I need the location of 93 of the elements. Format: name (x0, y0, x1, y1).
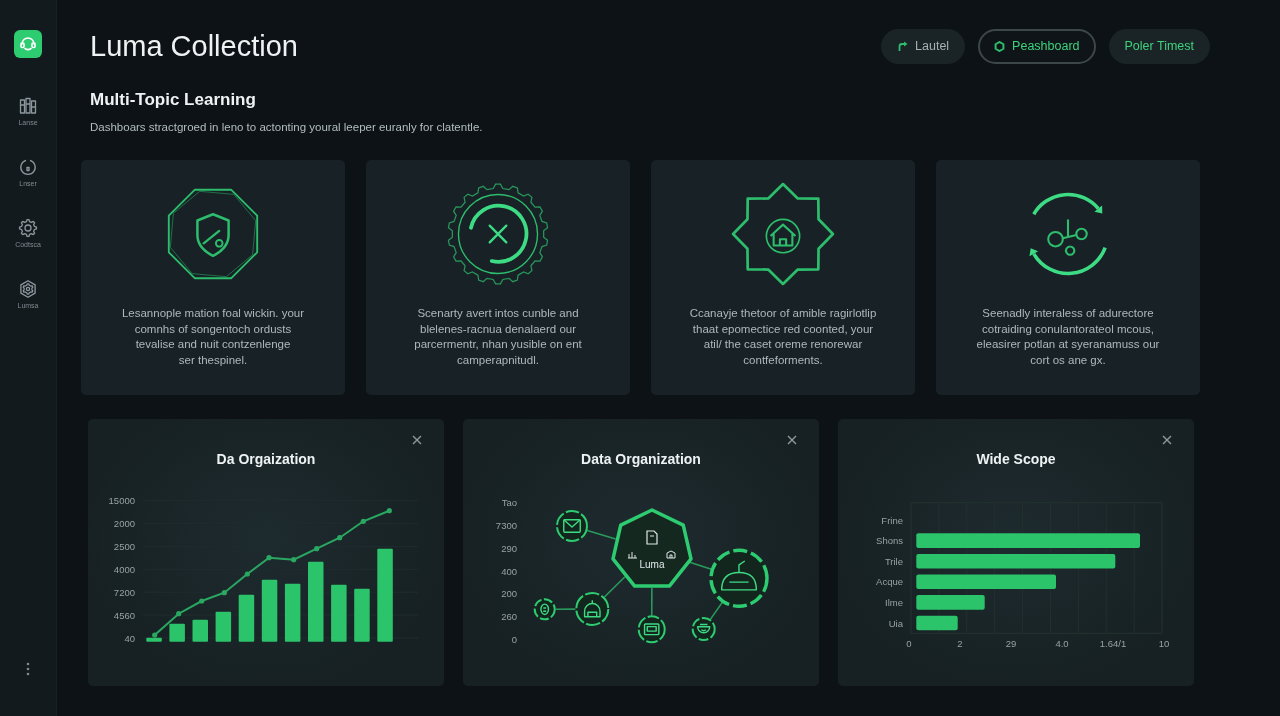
category-label: Uia (888, 617, 903, 629)
bar (354, 588, 370, 642)
bar (916, 615, 958, 631)
bowl-icon (696, 623, 711, 634)
axis-label: 4560 (113, 609, 135, 621)
axis-label: 2500 (113, 540, 135, 552)
connector-line (687, 560, 713, 571)
bar (261, 579, 278, 642)
data-point (386, 508, 392, 514)
logo-icon[interactable] (14, 30, 42, 58)
tick-label: 10 (1158, 638, 1170, 649)
close-icon (412, 435, 422, 445)
hexagon-gear-icon (18, 279, 38, 299)
card-description: Ccanayje thetoor of amible ragirlotlip thaat epomectice red coonted, your atil/ the caset oreme renorewar contfeforments. (688, 306, 878, 368)
dome-icon (583, 599, 601, 618)
category-label: Frine (881, 514, 903, 526)
chart-title: Wide Scope (975, 450, 1057, 468)
data-point (360, 518, 366, 524)
envelope-icon (563, 519, 581, 533)
page-title: Luma Collection (90, 29, 298, 64)
arrow-icon (897, 40, 909, 52)
axis-label: 290 (501, 542, 517, 554)
close-button[interactable] (785, 433, 799, 447)
axis-label: 2000 (113, 518, 135, 530)
house-icon (666, 550, 676, 559)
columns-icon (18, 96, 38, 116)
close-icon (787, 435, 797, 445)
chart-icon (627, 551, 638, 559)
data-point (244, 571, 250, 577)
bar (146, 637, 162, 642)
service-bell-icon (720, 560, 758, 591)
hexagon-icon (994, 40, 1006, 52)
nav-button[interactable]: Lautel (881, 28, 966, 64)
axis-label: 4000 (113, 563, 135, 575)
data-point (291, 557, 297, 563)
star-house-icon (731, 182, 835, 286)
bar (215, 611, 232, 642)
card-description: Scenarty avert intos cunble and blelenes-racnua denalaerd our parcermentr, nhan yusible on ent camperapnitudl. (413, 306, 583, 368)
bar (331, 584, 347, 642)
gear-icon (18, 218, 38, 238)
hub-label: Luma (639, 558, 665, 570)
data-point (152, 632, 158, 638)
data-point (266, 555, 272, 561)
axis-label: 7200 (113, 586, 135, 598)
axis-label: Tao (501, 497, 517, 509)
screen-icon (643, 623, 660, 636)
bar (916, 595, 985, 610)
category-label: Acque (876, 576, 903, 588)
bar (169, 623, 185, 642)
tick-label: 0 (906, 638, 912, 649)
category-label: Ilme (885, 596, 903, 608)
category-label: Trile (884, 555, 903, 567)
connector-line (586, 529, 617, 540)
connector-line (554, 608, 577, 611)
chart-title: Data Organization (580, 450, 702, 468)
connector-line (650, 587, 653, 617)
axis-label: 0 (511, 633, 517, 645)
axis-label: 200 (501, 588, 517, 600)
timer-icon (18, 157, 38, 177)
bar (284, 583, 301, 642)
axis-label: 400 (501, 565, 517, 577)
close-button[interactable] (410, 433, 424, 447)
close-icon (1162, 435, 1172, 445)
connector-line (603, 575, 626, 598)
close-button[interactable] (1160, 433, 1174, 447)
card-description: Lesannople mation foal wickin. your comnhs of songentoch ordusts tevalise and nuit contzenlenge ser thespinel. (120, 306, 306, 368)
data-point (199, 598, 205, 604)
bar (192, 619, 208, 642)
data-point (337, 535, 343, 541)
document-icon (646, 530, 658, 545)
tick-label: 4.0 (1055, 638, 1069, 649)
category-label: Shons (876, 535, 903, 547)
axis-label: 15000 (108, 495, 135, 507)
data-point (314, 546, 320, 552)
tick-label: 1.64/1 (1099, 638, 1127, 649)
connector-line (709, 601, 724, 620)
oval-badge-icon (540, 603, 550, 616)
nav-button[interactable]: Poler Timest (1108, 28, 1210, 64)
gear-ring-icon (446, 182, 550, 286)
bar (238, 594, 255, 642)
more-icon[interactable] (25, 662, 31, 676)
tick-label: 2 (957, 638, 963, 649)
tick-label: 29 (1005, 638, 1017, 649)
axis-label: 40 (124, 632, 135, 644)
chart-title: Da Orgaization (215, 450, 317, 468)
data-point (221, 590, 227, 596)
section-description: Dashboars stractgroed in leno to actonting youral leeper euranly for clatentle. (90, 120, 484, 135)
section-title: Multi-Topic Learning (90, 90, 257, 110)
card-description: Seenadly interaless of adurectore cotraiding conulantorateol mcous, eleasirer potlan at syeranamuss our cort os ane gx. (975, 306, 1161, 368)
axis-label: 7300 (495, 519, 517, 531)
data-point (176, 611, 182, 617)
nav-button[interactable]: Peashboard (978, 28, 1096, 64)
axis-label: 260 (501, 611, 517, 623)
